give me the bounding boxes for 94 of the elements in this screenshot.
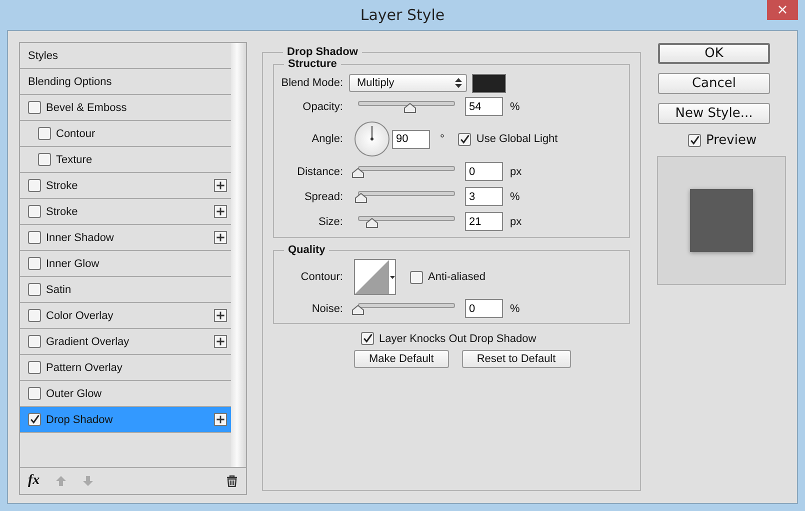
degree-label: °: [440, 133, 444, 145]
updown-icon: [455, 78, 462, 88]
effect-label: Contour: [56, 128, 96, 140]
checkbox[interactable]: [38, 127, 51, 140]
effect-label: Drop Shadow: [46, 414, 114, 426]
unit-label: px: [510, 166, 522, 178]
list-item-row[interactable]: Drop Shadow: [20, 407, 231, 433]
field-label: Size:: [318, 216, 344, 228]
list-item-row[interactable]: Bevel & Emboss: [20, 95, 231, 121]
checkbox[interactable]: [410, 270, 423, 284]
checkbox-label: Use Global Light: [476, 133, 558, 145]
group-title: Quality: [287, 244, 326, 256]
checkbox[interactable]: [28, 309, 41, 322]
list-item-row[interactable]: Satin: [20, 277, 231, 303]
field-label: Blend Mode:: [280, 77, 344, 89]
effect-label: Texture: [56, 154, 94, 166]
list-item-row[interactable]: Stroke: [20, 173, 231, 199]
slider-thumb[interactable]: [354, 193, 367, 203]
checkbox[interactable]: [28, 335, 41, 348]
effect-label: Stroke: [46, 180, 79, 192]
contour-picker[interactable]: [354, 259, 396, 295]
effect-label: Color Overlay: [46, 310, 114, 322]
number-field[interactable]: 21: [465, 212, 503, 231]
fx-button[interactable]: fx: [28, 473, 40, 489]
color-swatch[interactable]: [472, 74, 506, 92]
checkbox-label: Layer Knocks Out Drop Shadow: [379, 332, 536, 344]
effect-label: Stroke: [46, 206, 79, 218]
add-icon[interactable]: [214, 231, 227, 244]
close-button[interactable]: ×: [767, 0, 798, 20]
effect-label: Inner Glow: [46, 258, 100, 270]
add-icon[interactable]: [214, 179, 227, 192]
checkbox[interactable]: [28, 179, 41, 192]
number-field[interactable]: 0: [465, 162, 503, 181]
checkbox[interactable]: [688, 134, 701, 147]
unit-label: px: [510, 216, 522, 228]
checkbox-label: Anti-aliased: [428, 271, 486, 283]
preview-square: [690, 189, 753, 252]
number-field[interactable]: 3: [465, 187, 503, 206]
add-icon[interactable]: [214, 413, 227, 426]
list-item-row[interactable]: Inner Shadow: [20, 225, 231, 251]
checkbox[interactable]: [458, 132, 472, 146]
effect-label: Pattern Overlay: [46, 362, 124, 374]
slider-thumb[interactable]: [352, 168, 364, 178]
effect-label: Gradient Overlay: [46, 336, 130, 348]
unit-label: %: [510, 100, 520, 112]
list-item-row[interactable]: Color Overlay: [20, 303, 231, 329]
checkbox[interactable]: [28, 101, 41, 114]
field-label: Angle:: [310, 133, 344, 145]
default-button[interactable]: Reset to Default: [462, 350, 571, 368]
dialog-button[interactable]: OK: [658, 43, 770, 64]
list-item-row[interactable]: Pattern Overlay: [20, 355, 231, 381]
field-label: Noise:: [310, 302, 344, 314]
checkbox[interactable]: [38, 153, 51, 166]
checkbox-label: Preview: [706, 133, 757, 148]
list-item-row[interactable]: Texture: [20, 147, 231, 173]
field-label: Spread:: [303, 190, 344, 202]
add-icon[interactable]: [214, 335, 227, 348]
list-item-row[interactable]: Inner Glow: [20, 251, 231, 277]
dialog-button[interactable]: New Style...: [658, 103, 770, 124]
blend-mode-dropdown[interactable]: Multiply: [349, 74, 467, 92]
checkbox[interactable]: [28, 387, 41, 400]
angle-field[interactable]: 90: [392, 130, 430, 148]
checkbox[interactable]: [28, 257, 41, 270]
number-field[interactable]: 54: [465, 97, 503, 116]
checkbox[interactable]: [28, 361, 41, 374]
window-title: Layer Style: [360, 6, 445, 24]
checkbox[interactable]: [28, 413, 41, 426]
effect-label: Bevel & Emboss: [46, 102, 128, 114]
checkbox[interactable]: [28, 283, 41, 296]
angle-dial[interactable]: [354, 121, 390, 157]
number-field[interactable]: 0: [465, 299, 503, 318]
field-label: Contour:: [300, 271, 344, 283]
add-icon[interactable]: [214, 309, 227, 322]
dialog-button[interactable]: Cancel: [658, 73, 770, 94]
list-item-row[interactable]: Contour: [20, 121, 231, 147]
list-item-row[interactable]: Stroke: [20, 199, 231, 225]
slider-thumb[interactable]: [352, 305, 364, 315]
checkbox[interactable]: [361, 332, 374, 345]
field-label: Opacity:: [302, 100, 344, 112]
unit-label: %: [510, 302, 520, 314]
list-item-row[interactable]: Gradient Overlay: [20, 329, 231, 355]
effect-label: Satin: [46, 284, 72, 296]
add-icon[interactable]: [214, 205, 227, 218]
default-button[interactable]: Make Default: [354, 350, 449, 368]
group-title: Structure: [287, 58, 338, 70]
effect-label: Outer Glow: [46, 388, 103, 400]
trash-icon[interactable]: [226, 475, 238, 487]
unit-label: %: [510, 190, 520, 202]
caret-icon: [390, 276, 395, 278]
effect-label: Inner Shadow: [46, 232, 115, 244]
checkbox[interactable]: [28, 231, 41, 244]
section-title: Drop Shadow: [286, 46, 359, 58]
checkbox[interactable]: [28, 205, 41, 218]
field-label: Distance:: [296, 166, 344, 178]
